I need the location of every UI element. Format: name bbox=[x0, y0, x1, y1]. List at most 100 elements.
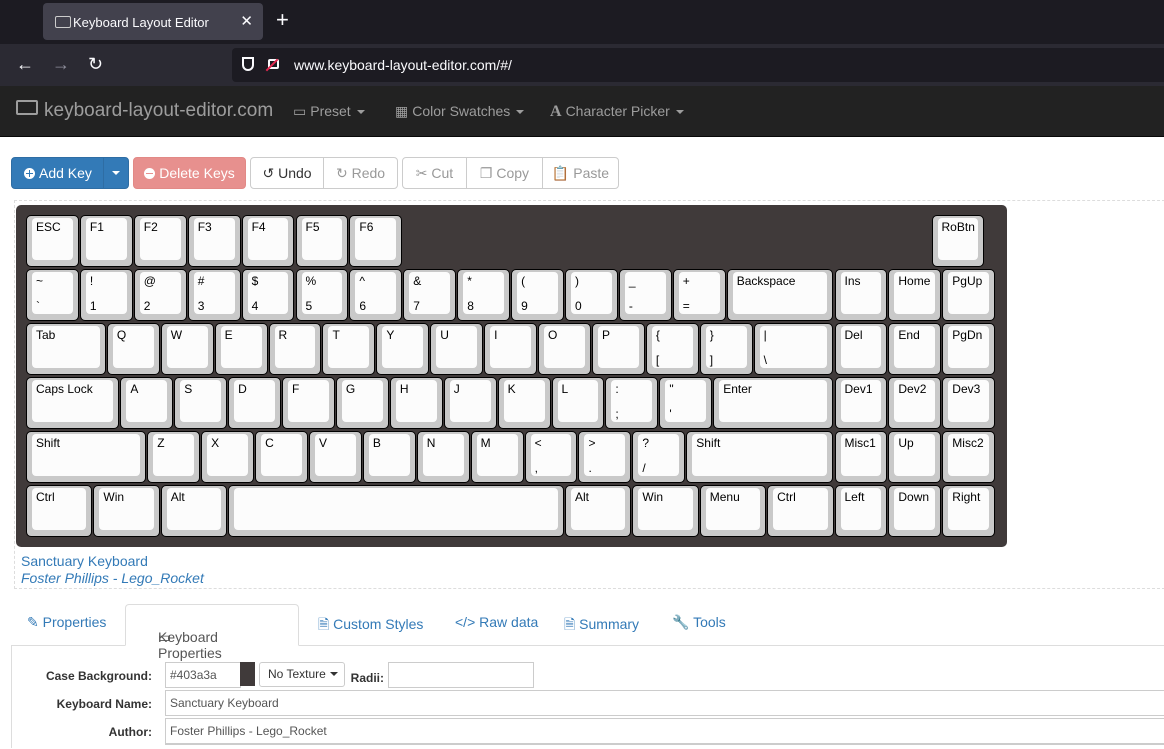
key[interactable]: "' bbox=[659, 377, 712, 429]
back-button[interactable]: ← bbox=[16, 54, 34, 74]
key[interactable]: W bbox=[161, 323, 214, 375]
delete-keys-button[interactable]: Delete Keys bbox=[133, 157, 246, 189]
key[interactable]: %5 bbox=[296, 269, 349, 321]
tab-summary[interactable]: 🗎 Summary bbox=[564, 614, 639, 638]
key[interactable]: &7 bbox=[403, 269, 456, 321]
key[interactable]: Y bbox=[376, 323, 429, 375]
case-background-input[interactable]: #403a3a bbox=[165, 662, 241, 688]
key[interactable]: Alt bbox=[565, 485, 631, 537]
key[interactable]: Z bbox=[147, 431, 200, 483]
new-tab-button[interactable]: + bbox=[276, 9, 289, 31]
key[interactable]: Dev2 bbox=[888, 377, 941, 429]
add-key-dropdown[interactable] bbox=[103, 158, 128, 188]
key[interactable]: $4 bbox=[242, 269, 295, 321]
key[interactable]: L bbox=[552, 377, 605, 429]
key[interactable]: ~` bbox=[26, 269, 79, 321]
key[interactable]: >. bbox=[578, 431, 631, 483]
key[interactable]: J bbox=[444, 377, 497, 429]
key[interactable]: *8 bbox=[457, 269, 510, 321]
copy-button[interactable]: ❐ Copy bbox=[466, 157, 543, 189]
key[interactable]: F2 bbox=[134, 215, 187, 267]
key[interactable]: Ins bbox=[835, 269, 888, 321]
paste-button[interactable]: 📋 Paste bbox=[542, 157, 619, 189]
key[interactable]: Enter bbox=[713, 377, 833, 429]
key[interactable]: += bbox=[673, 269, 726, 321]
key[interactable]: }] bbox=[700, 323, 753, 375]
key[interactable]: F6 bbox=[349, 215, 402, 267]
url-bar[interactable]: www.keyboard-layout-editor.com/#/ bbox=[232, 48, 1164, 82]
lock-icon[interactable] bbox=[268, 59, 279, 69]
key[interactable]: F4 bbox=[242, 215, 295, 267]
key[interactable]: Menu bbox=[700, 485, 766, 537]
color-swatches-menu[interactable]: ▦Color Swatches bbox=[395, 103, 524, 120]
key[interactable]: K bbox=[498, 377, 551, 429]
key[interactable]: Caps Lock bbox=[26, 377, 119, 429]
key[interactable]: Ctrl bbox=[26, 485, 92, 537]
tab-keyboard-properties[interactable]: ▭ Keyboard Properties bbox=[125, 604, 299, 646]
reload-button[interactable]: ↻ bbox=[88, 54, 103, 74]
key[interactable]: F1 bbox=[80, 215, 133, 267]
color-swatch[interactable] bbox=[240, 662, 255, 686]
key[interactable]: Win bbox=[93, 485, 159, 537]
key[interactable]: F bbox=[282, 377, 335, 429]
key[interactable]: Down bbox=[888, 485, 941, 537]
key[interactable]: R bbox=[269, 323, 322, 375]
key[interactable]: Misc1 bbox=[835, 431, 888, 483]
key[interactable]: Q bbox=[107, 323, 160, 375]
key[interactable]: Home bbox=[888, 269, 941, 321]
key[interactable]: Misc2 bbox=[942, 431, 995, 483]
key[interactable]: (9 bbox=[511, 269, 564, 321]
key[interactable]: A bbox=[120, 377, 173, 429]
key[interactable]: Alt bbox=[161, 485, 227, 537]
character-picker-menu[interactable]: ACharacter Picker bbox=[550, 103, 684, 121]
key[interactable]: S bbox=[174, 377, 227, 429]
key[interactable]: Dev1 bbox=[835, 377, 888, 429]
key[interactable]: X bbox=[201, 431, 254, 483]
key[interactable]: ^6 bbox=[349, 269, 402, 321]
key[interactable]: H bbox=[390, 377, 443, 429]
brand-link[interactable]: keyboard-layout-editor.com bbox=[16, 100, 273, 122]
tab-custom-styles[interactable]: 🗎 Custom Styles bbox=[318, 614, 423, 638]
key[interactable]: F3 bbox=[188, 215, 241, 267]
tab-tools[interactable]: 🔧 Tools bbox=[672, 614, 726, 631]
author-input[interactable]: Foster Phillips - Lego_Rocket bbox=[165, 718, 1164, 744]
key[interactable]: U bbox=[430, 323, 483, 375]
key[interactable]: RoBtn bbox=[932, 215, 985, 267]
key[interactable]: |\ bbox=[754, 323, 834, 375]
key[interactable]: F5 bbox=[296, 215, 349, 267]
add-key-button[interactable]: Add Key bbox=[11, 157, 129, 189]
tab-properties[interactable]: ✎ Properties bbox=[27, 614, 106, 631]
key[interactable]: Win bbox=[632, 485, 698, 537]
forward-button[interactable]: → bbox=[52, 54, 70, 74]
key[interactable]: Shift bbox=[686, 431, 833, 483]
key[interactable]: Left bbox=[835, 485, 888, 537]
key[interactable]: !1 bbox=[80, 269, 133, 321]
key[interactable]: Right bbox=[942, 485, 995, 537]
url-text[interactable]: www.keyboard-layout-editor.com/#/ bbox=[294, 57, 512, 73]
browser-tab[interactable]: Keyboard Layout Editor ✕ bbox=[43, 3, 263, 40]
key[interactable]: V bbox=[309, 431, 362, 483]
key[interactable]: #3 bbox=[188, 269, 241, 321]
key[interactable]: )0 bbox=[565, 269, 618, 321]
undo-button[interactable]: ↺ Undo bbox=[250, 157, 324, 189]
key[interactable]: Backspace bbox=[727, 269, 834, 321]
key[interactable]: C bbox=[255, 431, 308, 483]
key[interactable]: B bbox=[363, 431, 416, 483]
preset-menu[interactable]: ▭Preset bbox=[293, 103, 365, 120]
key[interactable]: D bbox=[228, 377, 281, 429]
keyboard-name-input[interactable]: Sanctuary Keyboard bbox=[165, 690, 1164, 716]
key[interactable]: I bbox=[484, 323, 537, 375]
key[interactable]: E bbox=[215, 323, 268, 375]
keyboard-case[interactable]: ESCF1F2F3F4F5F6RoBtn~`!1@2#3$4%5^6&7*8(9… bbox=[16, 205, 1007, 547]
key[interactable]: T bbox=[322, 323, 375, 375]
key[interactable]: ESC bbox=[26, 215, 79, 267]
shield-icon[interactable] bbox=[242, 57, 254, 71]
key[interactable]: <, bbox=[525, 431, 578, 483]
key[interactable]: N bbox=[417, 431, 470, 483]
key[interactable]: Tab bbox=[26, 323, 106, 375]
key[interactable]: _- bbox=[619, 269, 672, 321]
key[interactable]: Shift bbox=[26, 431, 146, 483]
key[interactable]: Ctrl bbox=[767, 485, 833, 537]
key[interactable]: Del bbox=[835, 323, 888, 375]
key[interactable]: M bbox=[471, 431, 524, 483]
